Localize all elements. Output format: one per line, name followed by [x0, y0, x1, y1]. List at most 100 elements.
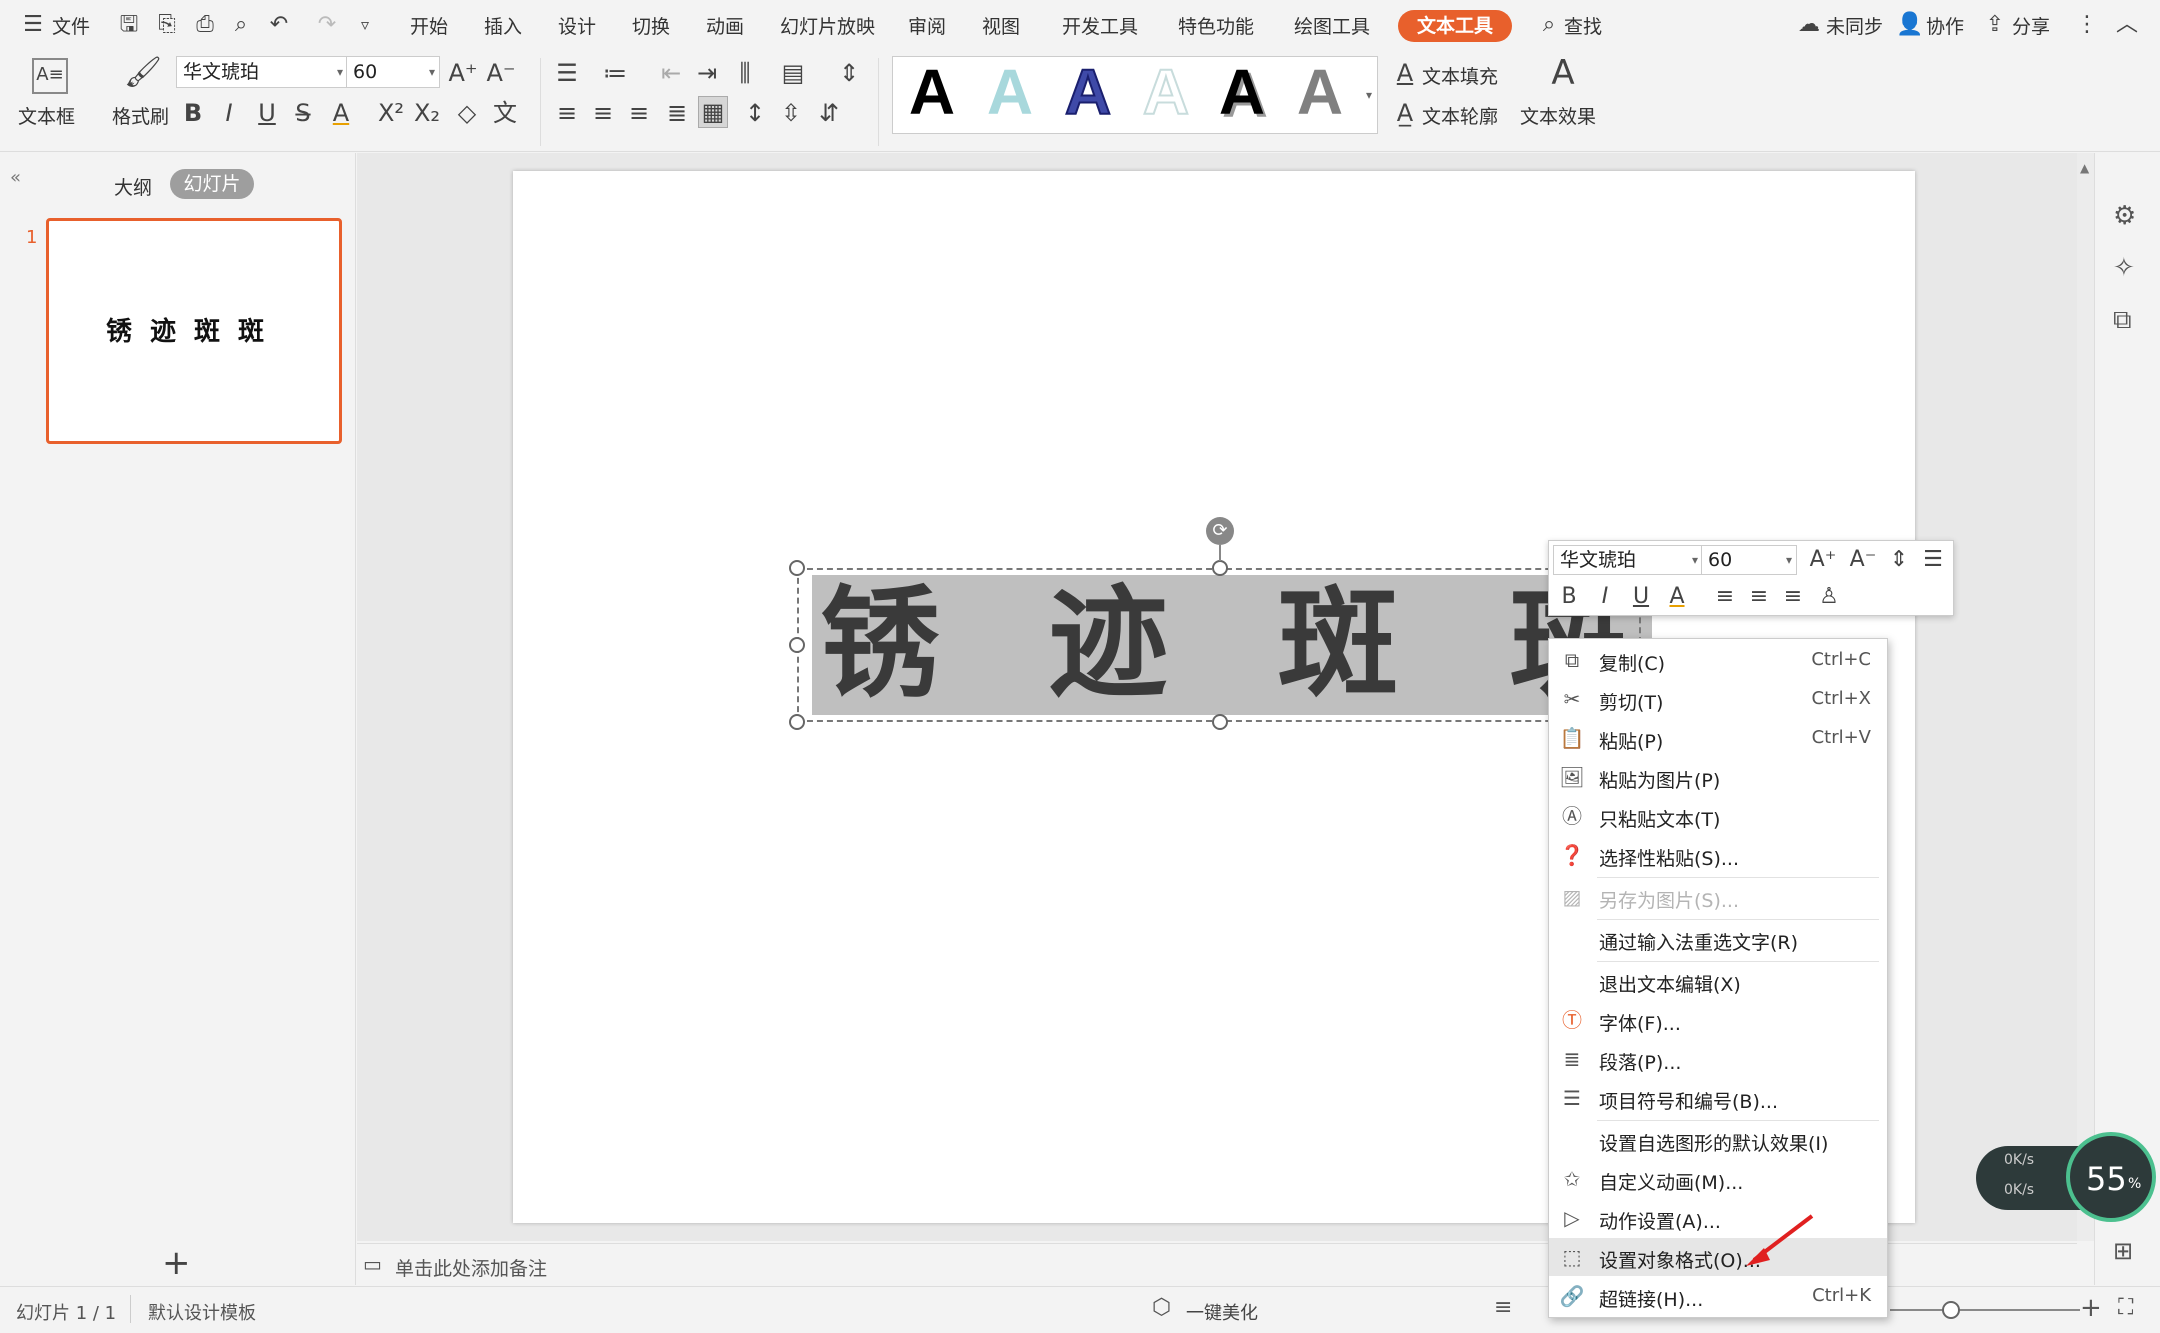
text-fill-icon[interactable]: A [1390, 58, 1420, 88]
mini-align-right-icon[interactable]: ≡ [1779, 583, 1807, 611]
menu-paste[interactable]: 📋 粘贴(P) Ctrl+V [1549, 719, 1887, 757]
menu-set-default-effect[interactable]: 设置自选图形的默认效果(I) [1549, 1121, 1887, 1159]
align-center-icon[interactable]: ≡ [588, 98, 618, 128]
wordart-style-4[interactable]: A [1136, 56, 1196, 128]
mini-italic-icon[interactable]: I [1591, 583, 1619, 611]
resize-handle-s[interactable] [1212, 714, 1228, 730]
template-name[interactable]: 默认设计模板 [148, 1299, 256, 1325]
collab-button[interactable]: 协作 [1926, 12, 1964, 39]
notes-placeholder[interactable]: 单击此处添加备注 [395, 1254, 547, 1281]
clear-format-icon[interactable]: ◇ [452, 98, 482, 128]
search-button[interactable]: 查找 [1564, 12, 1602, 39]
mini-paragraph-icon[interactable]: ☰ [1919, 546, 1947, 574]
hamburger-icon[interactable]: ☰ [20, 12, 46, 38]
wordart-style-5[interactable]: A [1212, 57, 1272, 127]
menu-format-object[interactable]: ⬚ 设置对象格式(O)... [1549, 1238, 1887, 1276]
fit-window-icon[interactable]: ⛶ [2118, 1295, 2133, 1320]
mini-font-color-icon[interactable]: A [1663, 583, 1691, 611]
menu-paragraph[interactable]: ≣ 段落(P)... [1549, 1040, 1887, 1078]
properties-icon[interactable]: ⚙ [2113, 201, 2136, 231]
underline-icon[interactable]: U [252, 98, 282, 128]
apps-icon[interactable]: ⊞ [2113, 1237, 2133, 1265]
tab-drawing-tools[interactable]: 绘图工具 [1294, 12, 1370, 39]
text-box-selection[interactable] [797, 568, 1641, 722]
menu-paste-special[interactable]: ❓ 选择性粘贴(S)... [1549, 836, 1887, 874]
mini-format-painter-icon[interactable]: ♙ [1815, 583, 1843, 611]
tab-home[interactable]: 开始 [410, 12, 448, 39]
increase-indent-icon[interactable]: ⇥ [692, 58, 722, 88]
mini-font-shrink-icon[interactable]: A⁻ [1849, 546, 1877, 574]
sync-status[interactable]: 未同步 [1826, 12, 1883, 39]
undo-icon[interactable]: ↶ [266, 12, 292, 38]
menu-copy[interactable]: ⧉ 复制(C) Ctrl+C [1549, 641, 1887, 679]
animation-icon[interactable]: ✧ [2113, 253, 2135, 283]
menu-hyperlink[interactable]: 🔗 超链接(H)... Ctrl+K [1549, 1277, 1887, 1315]
tab-animation[interactable]: 动画 [706, 12, 744, 39]
textbox-icon[interactable]: A≡ [32, 58, 68, 94]
tab-slides[interactable]: 幻灯片 [170, 169, 254, 199]
file-menu[interactable]: 文件 [52, 12, 90, 39]
mini-align-center-icon[interactable]: ≡ [1745, 583, 1773, 611]
resize-handle-n[interactable] [1212, 560, 1228, 576]
menu-cut[interactable]: ✂ 剪切(T) Ctrl+X [1549, 680, 1887, 718]
network-speed-widget[interactable]: 0K/s 0K/s 55 % [1976, 1132, 2156, 1224]
resize-handle-sw[interactable] [789, 714, 805, 730]
format-painter-icon[interactable]: 🖌 [124, 58, 162, 88]
text-outline-button[interactable]: 文本轮廓 [1422, 102, 1498, 129]
share-button[interactable]: 分享 [2012, 12, 2050, 39]
rotate-handle-icon[interactable]: ⟳ [1206, 517, 1234, 545]
menu-reselect-ime[interactable]: 通过输入法重选文字(R) [1549, 920, 1887, 958]
text-fill-button[interactable]: 文本填充 [1422, 62, 1498, 89]
textbox-button[interactable]: 文本框 [18, 102, 75, 129]
menu-font[interactable]: Ⓣ 字体(F)... [1549, 1001, 1887, 1039]
text-direction-icon[interactable]: ▤ [778, 58, 808, 88]
tab-transition[interactable]: 切换 [632, 12, 670, 39]
wordart-style-1[interactable]: A [902, 57, 962, 127]
tab-slideshow[interactable]: 幻灯片放映 [780, 12, 875, 39]
bold-icon[interactable]: B [178, 98, 208, 128]
slide-thumbnail[interactable]: 锈迹斑斑 [46, 218, 342, 444]
italic-icon[interactable]: I [214, 98, 244, 128]
vertical-scrollbar[interactable]: ▲ [2077, 153, 2094, 1241]
font-name-combo[interactable]: 华文琥珀 ▾ [176, 56, 348, 88]
zoom-slider-thumb[interactable] [1942, 1301, 1960, 1319]
line-spacing-icon[interactable]: ↕ [740, 98, 770, 128]
beautify-button[interactable]: 一键美化 [1186, 1299, 1258, 1325]
zoom-slider-track[interactable] [1890, 1309, 2080, 1311]
customize-icon[interactable]: ▿ [352, 12, 378, 38]
add-slide-button[interactable]: + [162, 1243, 191, 1283]
tab-review[interactable]: 审阅 [908, 12, 946, 39]
paragraph-spacing-icon[interactable]: ⇳ [776, 98, 806, 128]
font-shrink-icon[interactable]: A⁻ [486, 58, 516, 88]
redo-icon[interactable]: ↷ [314, 12, 340, 38]
print-preview-icon[interactable]: ⌕ [228, 12, 254, 38]
phonetic-icon[interactable]: 文 [490, 98, 520, 128]
subscript-icon[interactable]: X₂ [412, 98, 442, 128]
mini-bold-icon[interactable]: B [1555, 583, 1583, 611]
mini-font-size-combo[interactable]: 60 ▾ [1701, 545, 1797, 575]
mini-line-spacing-icon[interactable]: ⇕ [1885, 546, 1913, 574]
notes-toggle-icon[interactable]: ≡ [1494, 1295, 1512, 1320]
font-color-icon[interactable]: A [326, 98, 356, 128]
wordart-more-icon[interactable]: ▾ [1362, 60, 1376, 130]
text-effect-button[interactable]: 文本效果 [1520, 102, 1596, 129]
resize-handle-nw[interactable] [789, 560, 805, 576]
tab-text-tools[interactable]: 文本工具 [1398, 10, 1512, 42]
tab-outline[interactable]: 大纲 [114, 173, 152, 200]
mini-underline-icon[interactable]: U [1627, 583, 1655, 611]
mini-align-left-icon[interactable]: ≡ [1711, 583, 1739, 611]
wordart-style-3[interactable]: A [1058, 56, 1118, 128]
format-icon[interactable]: ⎘ [154, 12, 180, 38]
tab-design[interactable]: 设计 [558, 12, 596, 39]
columns-icon[interactable]: ⫼ [730, 58, 760, 88]
menu-bullets[interactable]: ☰ 项目符号和编号(B)... [1549, 1079, 1887, 1117]
more-icon[interactable]: ⋮ [2074, 12, 2100, 38]
zoom-in-icon[interactable]: + [2080, 1293, 2102, 1323]
menu-action-settings[interactable]: ▷ 动作设置(A)... [1549, 1199, 1887, 1237]
scroll-up-icon[interactable]: ▲ [2080, 161, 2089, 175]
save-icon[interactable]: 🖫 [116, 12, 142, 38]
tab-developer[interactable]: 开发工具 [1062, 12, 1138, 39]
collapse-ribbon-icon[interactable]: ︿ [2114, 12, 2140, 38]
font-grow-icon[interactable]: A⁺ [448, 58, 478, 88]
format-painter-button[interactable]: 格式刷 [112, 102, 169, 129]
